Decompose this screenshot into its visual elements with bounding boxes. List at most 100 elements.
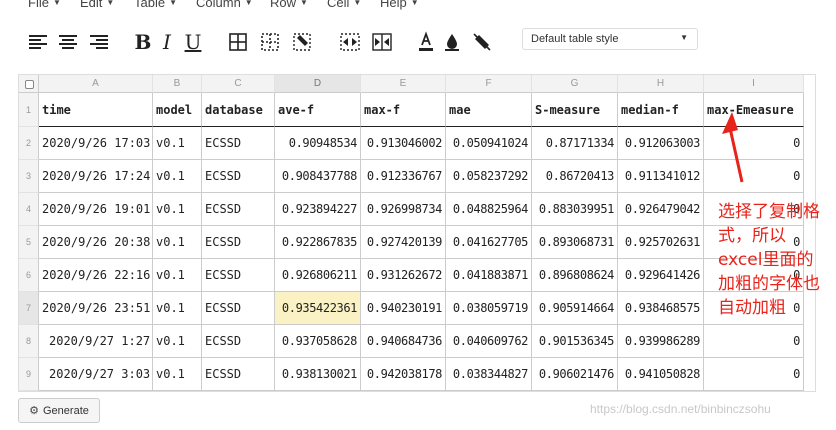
- cell-database[interactable]: ECSSD: [202, 193, 275, 226]
- column-header-g[interactable]: G: [532, 75, 618, 93]
- cell-median-f[interactable]: 0.939986289: [618, 325, 704, 358]
- cell-database[interactable]: ECSSD: [202, 259, 275, 292]
- cell-median-f[interactable]: 0.938468575: [618, 292, 704, 325]
- cell-database[interactable]: ECSSD: [202, 358, 275, 391]
- generate-button[interactable]: ⚙ Generate: [18, 398, 100, 423]
- cell-median-f[interactable]: 0.912063003: [618, 127, 704, 160]
- cell-mae[interactable]: 0.041627705: [446, 226, 532, 259]
- cell-median-f[interactable]: 0.926479042: [618, 193, 704, 226]
- header-cell-time[interactable]: time: [39, 93, 153, 127]
- fill-color-button[interactable]: [440, 30, 464, 54]
- menu-row[interactable]: Row ▼: [270, 0, 308, 10]
- align-right-button[interactable]: [87, 30, 111, 54]
- cell-s-measure[interactable]: 0.883039951: [532, 193, 618, 226]
- cell-database[interactable]: ECSSD: [202, 127, 275, 160]
- cell-ave-f[interactable]: 0.908437788: [275, 160, 361, 193]
- bold-button[interactable]: B: [131, 30, 155, 54]
- cell-max-f[interactable]: 0.926998734: [361, 193, 446, 226]
- cell-max-f[interactable]: 0.940684736: [361, 325, 446, 358]
- cell-ave-f[interactable]: 0.938130021: [275, 358, 361, 391]
- text-color-button[interactable]: [414, 30, 438, 54]
- cell-model[interactable]: v0.1: [153, 292, 202, 325]
- cell-max-f[interactable]: 0.940230191: [361, 292, 446, 325]
- align-left-button[interactable]: [26, 30, 50, 54]
- cell-mae[interactable]: 0.038344827: [446, 358, 532, 391]
- cell-s-measure[interactable]: 0.905914664: [532, 292, 618, 325]
- cell-mae[interactable]: 0.038059719: [446, 292, 532, 325]
- menu-table[interactable]: Table ▼: [134, 0, 177, 10]
- align-center-button[interactable]: [56, 30, 80, 54]
- cell-time[interactable]: 2020/9/26 20:38: [39, 226, 153, 259]
- cell-s-measure[interactable]: 0.896808624: [532, 259, 618, 292]
- cell-median-f[interactable]: 0.925702631: [618, 226, 704, 259]
- cell-max-emeasure[interactable]: 0: [704, 325, 804, 358]
- cell-database[interactable]: ECSSD: [202, 292, 275, 325]
- cell-mae[interactable]: 0.041883871: [446, 259, 532, 292]
- row-header[interactable]: 1: [19, 93, 39, 127]
- cell-time[interactable]: 2020/9/26 19:01: [39, 193, 153, 226]
- row-header[interactable]: 4: [19, 193, 39, 226]
- header-cell-s-measure[interactable]: S-measure: [532, 93, 618, 127]
- cell-model[interactable]: v0.1: [153, 325, 202, 358]
- column-header-d[interactable]: D: [275, 75, 361, 93]
- cell-mae[interactable]: 0.048825964: [446, 193, 532, 226]
- cell-s-measure[interactable]: 0.86720413: [532, 160, 618, 193]
- header-cell-max-f[interactable]: max-f: [361, 93, 446, 127]
- column-header-i[interactable]: I: [704, 75, 804, 93]
- cell-model[interactable]: v0.1: [153, 193, 202, 226]
- cell-database[interactable]: ECSSD: [202, 325, 275, 358]
- cell-database[interactable]: ECSSD: [202, 160, 275, 193]
- row-header[interactable]: 9: [19, 358, 39, 391]
- row-header[interactable]: 7: [19, 292, 39, 325]
- cell-median-f[interactable]: 0.929641426: [618, 259, 704, 292]
- cell-s-measure[interactable]: 0.87171334: [532, 127, 618, 160]
- cell-s-measure[interactable]: 0.906021476: [532, 358, 618, 391]
- cell-model[interactable]: v0.1: [153, 226, 202, 259]
- header-cell-median-f[interactable]: median-f: [618, 93, 704, 127]
- row-header[interactable]: 3: [19, 160, 39, 193]
- clear-format-button[interactable]: [470, 30, 494, 54]
- cell-max-f[interactable]: 0.931262672: [361, 259, 446, 292]
- cell-model[interactable]: v0.1: [153, 127, 202, 160]
- header-cell-mae[interactable]: mae: [446, 93, 532, 127]
- cell-s-measure[interactable]: 0.893068731: [532, 226, 618, 259]
- cell-s-measure[interactable]: 0.901536345: [532, 325, 618, 358]
- row-header[interactable]: 5: [19, 226, 39, 259]
- split-cells-button[interactable]: [370, 30, 394, 54]
- cell-max-f[interactable]: 0.927420139: [361, 226, 446, 259]
- cell-time[interactable]: 2020/9/26 23:51: [39, 292, 153, 325]
- cell-database[interactable]: ECSSD: [202, 226, 275, 259]
- cell-mae[interactable]: 0.040609762: [446, 325, 532, 358]
- cell-median-f[interactable]: 0.911341012: [618, 160, 704, 193]
- cell-max-f[interactable]: 0.942038178: [361, 358, 446, 391]
- cell-ave-f[interactable]: 0.935422361: [275, 292, 361, 325]
- cell-max-emeasure[interactable]: 0: [704, 358, 804, 391]
- cell-mae[interactable]: 0.058237292: [446, 160, 532, 193]
- cell-time[interactable]: 2020/9/26 17:24: [39, 160, 153, 193]
- cell-time[interactable]: 2020/9/26 17:03: [39, 127, 153, 160]
- menu-help[interactable]: Help ▼: [380, 0, 419, 10]
- cell-max-f[interactable]: 0.913046002: [361, 127, 446, 160]
- column-header-e[interactable]: E: [361, 75, 446, 93]
- column-header-h[interactable]: H: [618, 75, 704, 93]
- header-cell-model[interactable]: model: [153, 93, 202, 127]
- column-header-f[interactable]: F: [446, 75, 532, 93]
- all-borders-button[interactable]: [226, 30, 250, 54]
- cell-ave-f[interactable]: 0.90948534: [275, 127, 361, 160]
- cell-model[interactable]: v0.1: [153, 259, 202, 292]
- cell-ave-f[interactable]: 0.937058628: [275, 325, 361, 358]
- column-header-a[interactable]: A: [39, 75, 153, 93]
- row-header[interactable]: 6: [19, 259, 39, 292]
- cell-ave-f[interactable]: 0.923894227: [275, 193, 361, 226]
- cell-max-f[interactable]: 0.912336767: [361, 160, 446, 193]
- menu-cell[interactable]: Cell ▼: [327, 0, 361, 10]
- cell-model[interactable]: v0.1: [153, 160, 202, 193]
- cell-ave-f[interactable]: 0.926806211: [275, 259, 361, 292]
- underline-button[interactable]: U: [181, 30, 205, 54]
- merge-cells-button[interactable]: [338, 30, 362, 54]
- clear-borders-button[interactable]: [290, 30, 314, 54]
- cell-time[interactable]: 2020/9/27 1:27: [39, 325, 153, 358]
- menu-column[interactable]: Column ▼: [196, 0, 253, 10]
- cell-time[interactable]: 2020/9/26 22:16: [39, 259, 153, 292]
- row-header[interactable]: 8: [19, 325, 39, 358]
